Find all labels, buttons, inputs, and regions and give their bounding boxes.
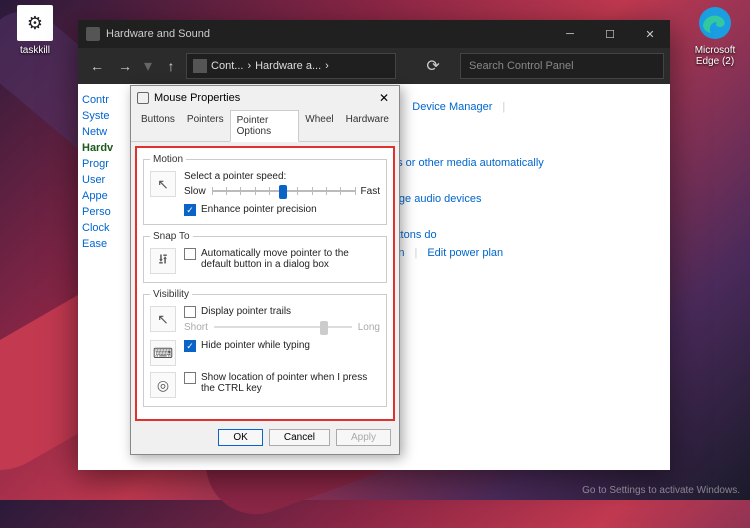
sidebar-item[interactable]: Appe — [82, 188, 132, 204]
desktop-icon-taskkill[interactable]: ⚙ taskkill — [5, 5, 65, 56]
checkbox-label: Hide pointer while typing — [201, 340, 310, 351]
chevron-right-icon: › — [325, 60, 329, 72]
group-label: Motion — [150, 154, 186, 165]
ok-button[interactable]: OK — [218, 429, 262, 446]
group-label: Snap To — [150, 231, 193, 242]
checkbox-icon — [184, 372, 196, 384]
nav-sep: ▾ — [144, 56, 152, 76]
hide-typing-icon: ⌨ — [150, 340, 176, 366]
slow-label: Slow — [184, 186, 206, 197]
refresh-button[interactable]: ⟳ — [420, 53, 446, 79]
checkbox-icon — [184, 248, 196, 260]
enhance-precision-checkbox[interactable]: ✓ Enhance pointer precision — [184, 204, 317, 216]
tab-wheel[interactable]: Wheel — [299, 110, 339, 141]
cancel-button[interactable]: Cancel — [269, 429, 330, 446]
tab-buttons[interactable]: Buttons — [135, 110, 181, 141]
tab-pointers[interactable]: Pointers — [181, 110, 230, 141]
pointer-trails-checkbox[interactable]: Display pointer trails — [184, 306, 380, 318]
tab-strip: Buttons Pointers Pointer Options Wheel H… — [131, 110, 399, 142]
close-button[interactable]: ✕ — [630, 20, 670, 48]
checkbox-icon: ✓ — [184, 204, 196, 216]
trails-length-slider: Short Long — [184, 320, 380, 334]
bat-file-icon: ⚙ — [17, 5, 53, 41]
sidebar-item[interactable]: Perso — [82, 204, 132, 220]
snap-to-checkbox[interactable]: Automatically move pointer to the defaul… — [184, 248, 380, 270]
forward-button[interactable]: → — [112, 53, 138, 79]
sidebar-item[interactable]: User — [82, 172, 132, 188]
dialog-body: Motion ↖ Select a pointer speed: Slow Fa… — [135, 146, 395, 421]
checkbox-label: Show location of pointer when I press th… — [201, 372, 380, 394]
show-ctrl-location-checkbox[interactable]: Show location of pointer when I press th… — [184, 372, 380, 394]
titlebar[interactable]: Hardware and Sound ─ ☐ ✕ — [78, 20, 670, 48]
sidebar: Contr Syste Netw Hardv Progr User Appe P… — [78, 84, 136, 470]
breadcrumb-part[interactable]: Cont... — [211, 60, 243, 72]
snap-icon: ⭿ — [150, 248, 176, 274]
control-panel-icon — [86, 27, 100, 41]
breadcrumb[interactable]: Cont... › Hardware a... › — [186, 53, 396, 79]
checkbox-label: Display pointer trails — [201, 306, 291, 317]
icon-label: Microsoft Edge (2) — [685, 45, 745, 67]
minimize-button[interactable]: ─ — [550, 20, 590, 48]
cursor-icon: ↖ — [150, 171, 176, 197]
trails-icon: ↖ — [150, 306, 176, 332]
dialog-button-row: OK Cancel Apply — [131, 425, 399, 454]
mouse-icon — [137, 92, 149, 104]
checkbox-label: Automatically move pointer to the defaul… — [201, 248, 380, 270]
link[interactable]: Device Manager — [412, 101, 492, 113]
desktop-icon-edge[interactable]: Microsoft Edge (2) — [685, 5, 745, 67]
speed-label: Select a pointer speed: — [184, 171, 380, 182]
visibility-group: Visibility ↖ Display pointer trails Shor… — [143, 289, 387, 407]
long-label: Long — [358, 322, 380, 333]
dialog-title: Mouse Properties — [154, 92, 375, 104]
sidebar-item[interactable]: Syste — [82, 108, 132, 124]
checkbox-icon — [184, 306, 196, 318]
chevron-right-icon: › — [247, 60, 251, 72]
search-input[interactable]: Search Control Panel — [460, 53, 664, 79]
short-label: Short — [184, 322, 208, 333]
edge-icon — [697, 5, 733, 41]
apply-button[interactable]: Apply — [336, 429, 391, 446]
motion-group: Motion ↖ Select a pointer speed: Slow Fa… — [143, 154, 387, 225]
sidebar-item[interactable]: Ease — [82, 236, 132, 252]
ctrl-locate-icon: ◎ — [150, 372, 176, 398]
dialog-titlebar[interactable]: Mouse Properties ✕ — [131, 86, 399, 110]
sidebar-item[interactable]: Progr — [82, 156, 132, 172]
sidebar-item[interactable]: Clock — [82, 220, 132, 236]
checkbox-label: Enhance pointer precision — [201, 204, 317, 215]
tab-hardware[interactable]: Hardware — [340, 110, 395, 141]
maximize-button[interactable]: ☐ — [590, 20, 630, 48]
tab-pointer-options[interactable]: Pointer Options — [230, 110, 300, 142]
close-button[interactable]: ✕ — [375, 89, 393, 107]
sidebar-item[interactable]: Netw — [82, 124, 132, 140]
up-button[interactable]: ↑ — [158, 53, 184, 79]
group-label: Visibility — [150, 289, 192, 300]
hide-while-typing-checkbox[interactable]: ✓ Hide pointer while typing — [184, 340, 310, 352]
checkbox-icon: ✓ — [184, 340, 196, 352]
pointer-speed-slider[interactable]: Slow Fast — [184, 184, 380, 198]
sidebar-item[interactable]: Contr — [82, 92, 132, 108]
mouse-properties-dialog: Mouse Properties ✕ Buttons Pointers Poin… — [130, 85, 400, 455]
activation-watermark: Go to Settings to activate Windows. — [582, 485, 740, 496]
back-button[interactable]: ← — [84, 53, 110, 79]
breadcrumb-part[interactable]: Hardware a... — [255, 60, 321, 72]
fast-label: Fast — [361, 186, 380, 197]
window-title: Hardware and Sound — [106, 28, 550, 40]
icon-label: taskkill — [5, 45, 65, 56]
control-panel-icon — [193, 59, 207, 73]
link[interactable]: Edit power plan — [427, 247, 503, 259]
nav-toolbar: ← → ▾ ↑ Cont... › Hardware a... › ⟳ Sear… — [78, 48, 670, 84]
sidebar-item[interactable]: Hardv — [82, 140, 132, 156]
snap-to-group: Snap To ⭿ Automatically move pointer to … — [143, 231, 387, 283]
